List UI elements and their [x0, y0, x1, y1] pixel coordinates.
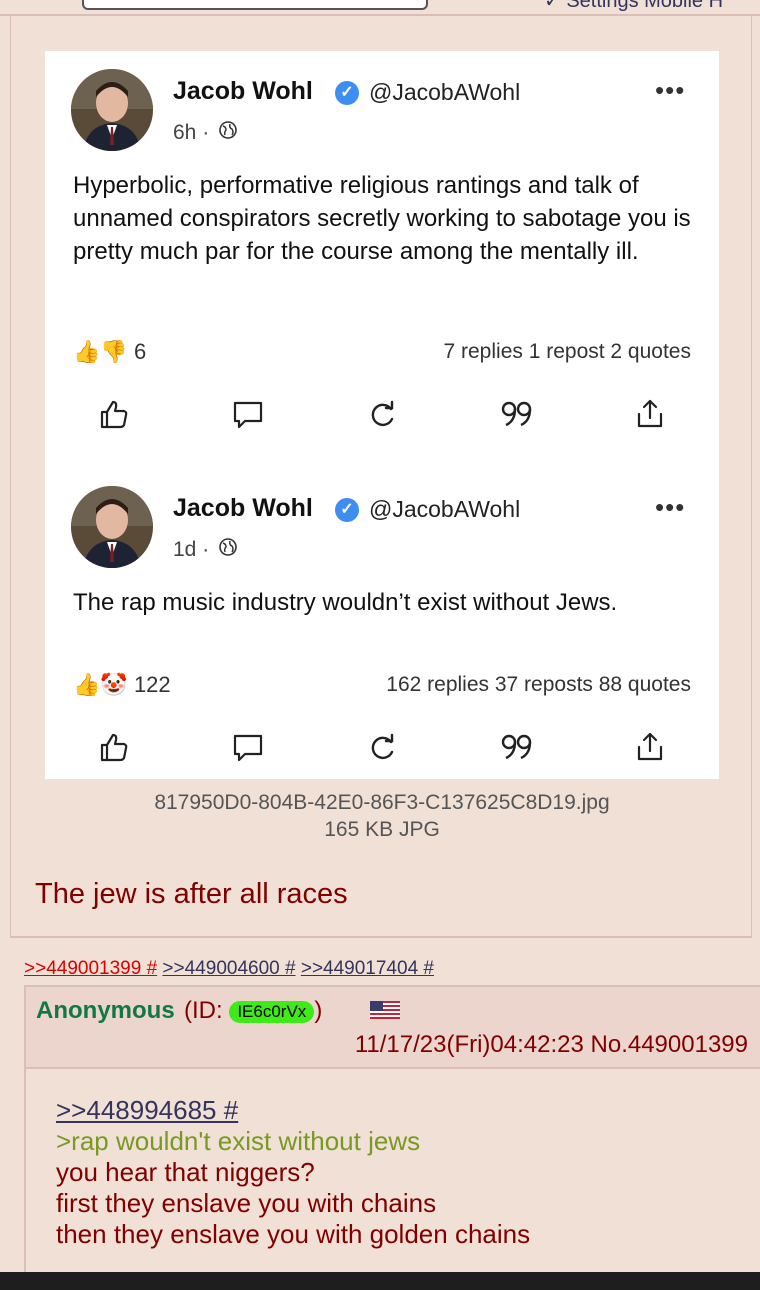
- file-name-link[interactable]: 817950D0-804B-42E0-86F3-C137625C8D19.jpg: [11, 789, 753, 816]
- post-message: >>448994685 # >rap wouldn't exist withou…: [56, 1095, 530, 1250]
- file-size: 165 KB JPG: [324, 818, 440, 841]
- comment-icon: [231, 730, 271, 770]
- avatar: [71, 486, 153, 568]
- top-navigation-bar: ✓ Settings Mobile H: [0, 0, 760, 16]
- globe-icon: [219, 121, 237, 145]
- reaction-count: 122: [133, 672, 171, 697]
- inline-quoted-post: Anonymous (ID: IE6c0rVx) 11/17/23(Fri)04…: [24, 985, 760, 1290]
- poster-name: Anonymous: [36, 997, 175, 1024]
- repost-icon: [365, 397, 405, 437]
- nav-links[interactable]: ✓ Settings Mobile H: [544, 0, 723, 13]
- engagement-stats: 162 replies 37 reposts 88 quotes: [386, 673, 691, 696]
- quote-icon: [499, 730, 539, 770]
- user-handle: @JacobAWohl: [369, 79, 521, 105]
- message-line: first they enslave you with chains: [56, 1188, 437, 1218]
- engagement-stats: 7 replies 1 repost 2 quotes: [443, 340, 692, 363]
- file-info: 817950D0-804B-42E0-86F3-C137625C8D19.jpg…: [11, 789, 753, 843]
- tweet-text: Hyperbolic, performative religious ranti…: [73, 172, 691, 265]
- reaction-summary: 👍🤡 122: [73, 672, 171, 698]
- share-icon: [633, 397, 673, 437]
- comment-icon: [231, 397, 271, 437]
- message-line: then they enslave you with golden chains: [56, 1219, 531, 1249]
- reaction-summary: 👍👎 6: [73, 339, 146, 365]
- timestamp: 1d ·: [173, 538, 237, 562]
- post-header: Anonymous (ID: IE6c0rVx) 11/17/23(Fri)04…: [26, 987, 760, 1069]
- tweet-actions: [45, 730, 719, 770]
- id-prefix: (ID:: [184, 997, 230, 1024]
- time-ago: 1d: [173, 538, 197, 561]
- quote-link[interactable]: >>448994685 #: [56, 1095, 530, 1126]
- verified-badge-icon: ✓: [335, 498, 359, 522]
- more-options-icon: •••: [655, 75, 686, 105]
- greentext-line: >rap wouldn't exist without jews: [56, 1126, 421, 1156]
- like-icon: [97, 730, 137, 770]
- tweet-actions: [45, 397, 719, 437]
- tweet-text: The rap music industry wouldn’t exist wi…: [73, 589, 618, 616]
- like-icon: [97, 397, 137, 437]
- us-flag-icon: [370, 1001, 400, 1019]
- thumbs-up-reaction-icon: 👍: [73, 339, 101, 364]
- avatar: [71, 69, 153, 151]
- thumbs-down-reaction-icon: 👎: [100, 339, 128, 364]
- share-icon: [633, 730, 673, 770]
- message-line: you hear that niggers?: [56, 1157, 315, 1187]
- thumbs-up-reaction-icon: 👍: [73, 672, 101, 697]
- timestamp: 6h ·: [173, 121, 237, 145]
- post-datetime-and-number: 11/17/23(Fri)04:42:23 No.449001399: [354, 1031, 748, 1058]
- display-name: Jacob Wohl: [173, 77, 313, 105]
- repost-icon: [365, 730, 405, 770]
- backlink[interactable]: >>449001399 #: [24, 958, 157, 979]
- search-input[interactable]: [82, 0, 428, 10]
- post-message: The jew is after all races: [35, 878, 348, 910]
- display-name: Jacob Wohl: [173, 494, 313, 522]
- bottom-bar: [0, 1272, 760, 1290]
- clown-reaction-icon: 🤡: [100, 672, 128, 697]
- backlink[interactable]: >>449017404 #: [301, 958, 434, 979]
- verified-badge-icon: ✓: [335, 81, 359, 105]
- attached-image-twitter-screenshot[interactable]: Jacob Wohl ✓ @JacobAWohl ••• 6h · Hyperb…: [45, 51, 719, 779]
- backlinks: >>449001399 # >>449004600 # >>449017404 …: [24, 958, 434, 980]
- reaction-count: 6: [133, 339, 147, 364]
- poster-id: (ID: IE6c0rVx): [184, 997, 322, 1025]
- backlink[interactable]: >>449004600 #: [162, 958, 295, 979]
- reply-post: Jacob Wohl ✓ @JacobAWohl ••• 6h · Hyperb…: [10, 16, 752, 938]
- poster-id-badge[interactable]: IE6c0rVx: [229, 1000, 315, 1023]
- time-ago: 6h: [173, 121, 197, 144]
- quote-icon: [499, 397, 539, 437]
- more-options-icon: •••: [655, 492, 686, 522]
- globe-icon: [219, 538, 237, 562]
- user-handle: @JacobAWohl: [369, 496, 521, 522]
- id-suffix: ): [314, 997, 323, 1024]
